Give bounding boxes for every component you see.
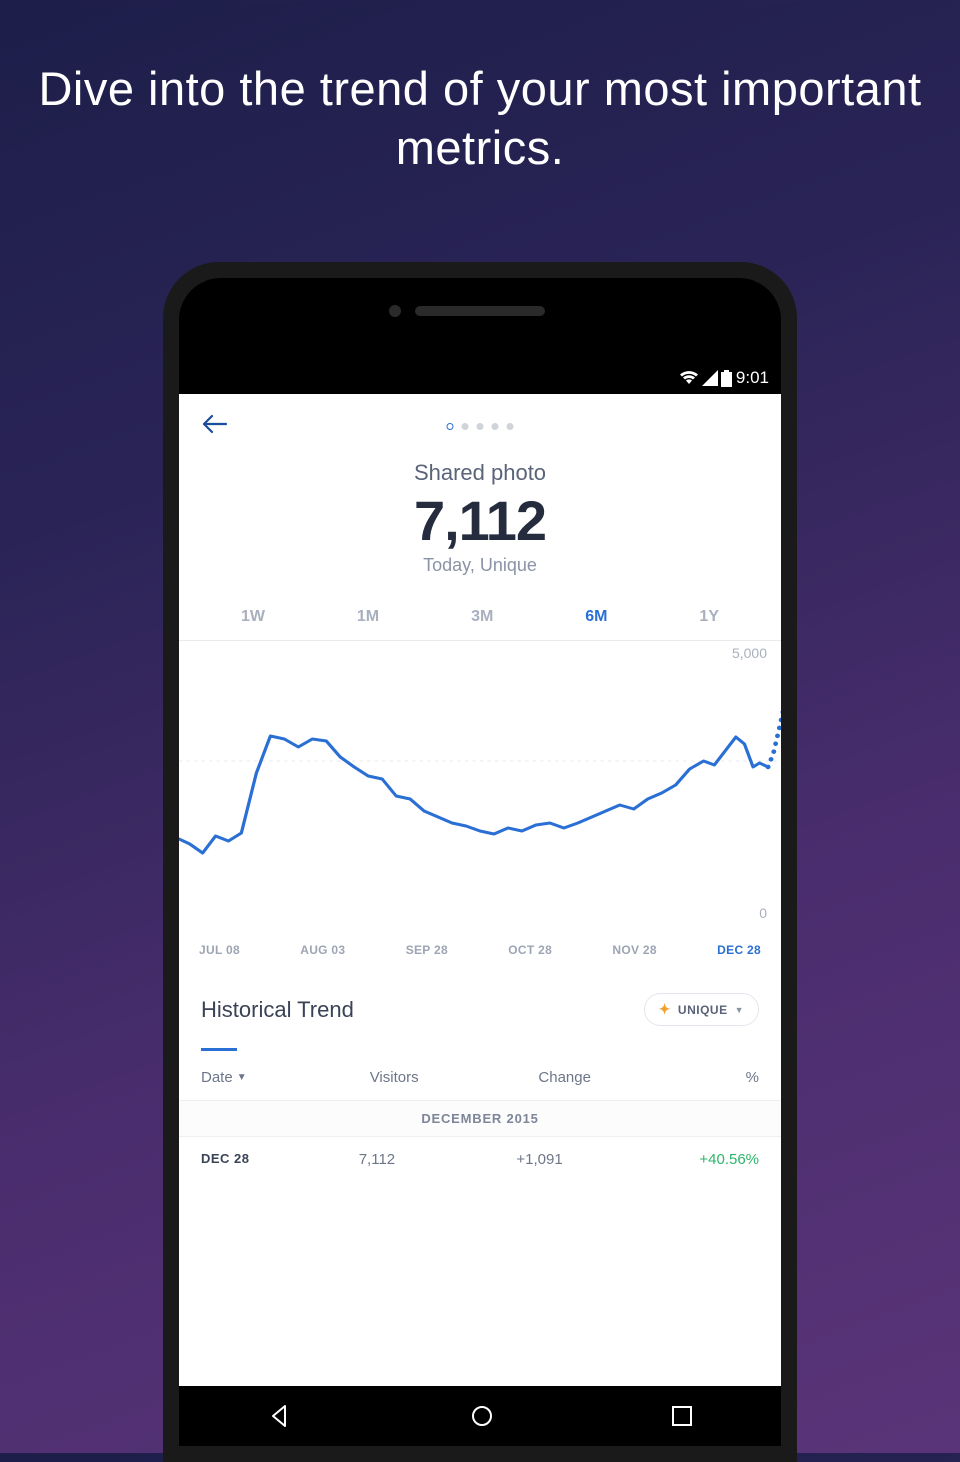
page-dot	[477, 423, 484, 430]
page-dot	[462, 423, 469, 430]
status-bar: 9:01	[179, 362, 781, 394]
metric-title: Shared photo	[179, 460, 781, 486]
back-arrow-icon[interactable]	[201, 410, 229, 442]
page-indicator	[447, 423, 514, 430]
range-tab-1w[interactable]: 1W	[241, 608, 265, 626]
column-visitors[interactable]: Visitors	[370, 1069, 539, 1086]
nav-recent-icon[interactable]	[671, 1405, 693, 1427]
sort-caret-icon: ▼	[237, 1072, 247, 1083]
range-tab-1y[interactable]: 1Y	[699, 608, 719, 626]
cell-signal-icon	[702, 370, 718, 386]
month-divider: DECEMBER 2015	[179, 1100, 781, 1137]
metric-subtitle: Today, Unique	[179, 555, 781, 576]
phone-frame: 9:01 Shared photo	[163, 262, 797, 1462]
metric-value: 7,112	[179, 488, 781, 553]
cell-date: DEC 28	[201, 1151, 359, 1168]
x-label: SEP 28	[406, 943, 448, 957]
range-tab-6m[interactable]: 6M	[585, 608, 607, 626]
x-label: NOV 28	[612, 943, 657, 957]
table-row[interactable]: DEC 28 7,112 +1,091 +40.56%	[179, 1137, 781, 1182]
column-date-label: Date	[201, 1069, 233, 1086]
historical-trend-title: Historical Trend	[201, 997, 354, 1023]
unique-icon: ✦	[659, 1001, 671, 1018]
column-change[interactable]: Change	[538, 1069, 694, 1086]
phone-speaker	[415, 306, 545, 316]
x-label-current: DEC 28	[717, 943, 761, 957]
column-date[interactable]: Date ▼	[201, 1069, 370, 1086]
cell-percent: +40.56%	[662, 1151, 759, 1168]
page-dot	[492, 423, 499, 430]
nav-home-icon[interactable]	[469, 1403, 495, 1429]
table-header-row: Date ▼ Visitors Change %	[179, 1051, 781, 1100]
y-axis-min: 0	[759, 905, 767, 921]
column-percent[interactable]: %	[694, 1069, 759, 1086]
x-label: AUG 03	[300, 943, 345, 957]
page-dot	[507, 423, 514, 430]
x-label: OCT 28	[508, 943, 552, 957]
status-time: 9:01	[736, 368, 769, 388]
android-nav-bar	[179, 1386, 781, 1446]
range-tab-3m[interactable]: 3M	[471, 608, 493, 626]
time-range-tabs: 1W 1M 3M 6M 1Y	[179, 600, 781, 641]
y-axis-max: 5,000	[732, 645, 767, 661]
phone-camera-dot	[389, 305, 401, 317]
page-dot-active	[447, 423, 454, 430]
filter-unique-button[interactable]: ✦ UNIQUE ▼	[644, 993, 759, 1026]
cell-change: +1,091	[516, 1151, 662, 1168]
battery-icon	[721, 370, 732, 387]
chevron-down-icon: ▼	[735, 1005, 744, 1015]
x-label: JUL 08	[199, 943, 240, 957]
cell-visitors: 7,112	[359, 1151, 517, 1168]
app-content: Shared photo 7,112 Today, Unique 1W 1M 3…	[179, 394, 781, 1386]
nav-back-icon[interactable]	[267, 1403, 293, 1429]
wifi-icon	[679, 370, 699, 386]
filter-label: UNIQUE	[678, 1003, 728, 1017]
marketing-headline: Dive into the trend of your most importa…	[0, 0, 960, 178]
x-axis-labels: JUL 08 AUG 03 SEP 28 OCT 28 NOV 28 DEC 2…	[179, 929, 781, 981]
trend-chart[interactable]: 5,000 0	[179, 641, 781, 929]
range-tab-1m[interactable]: 1M	[357, 608, 379, 626]
